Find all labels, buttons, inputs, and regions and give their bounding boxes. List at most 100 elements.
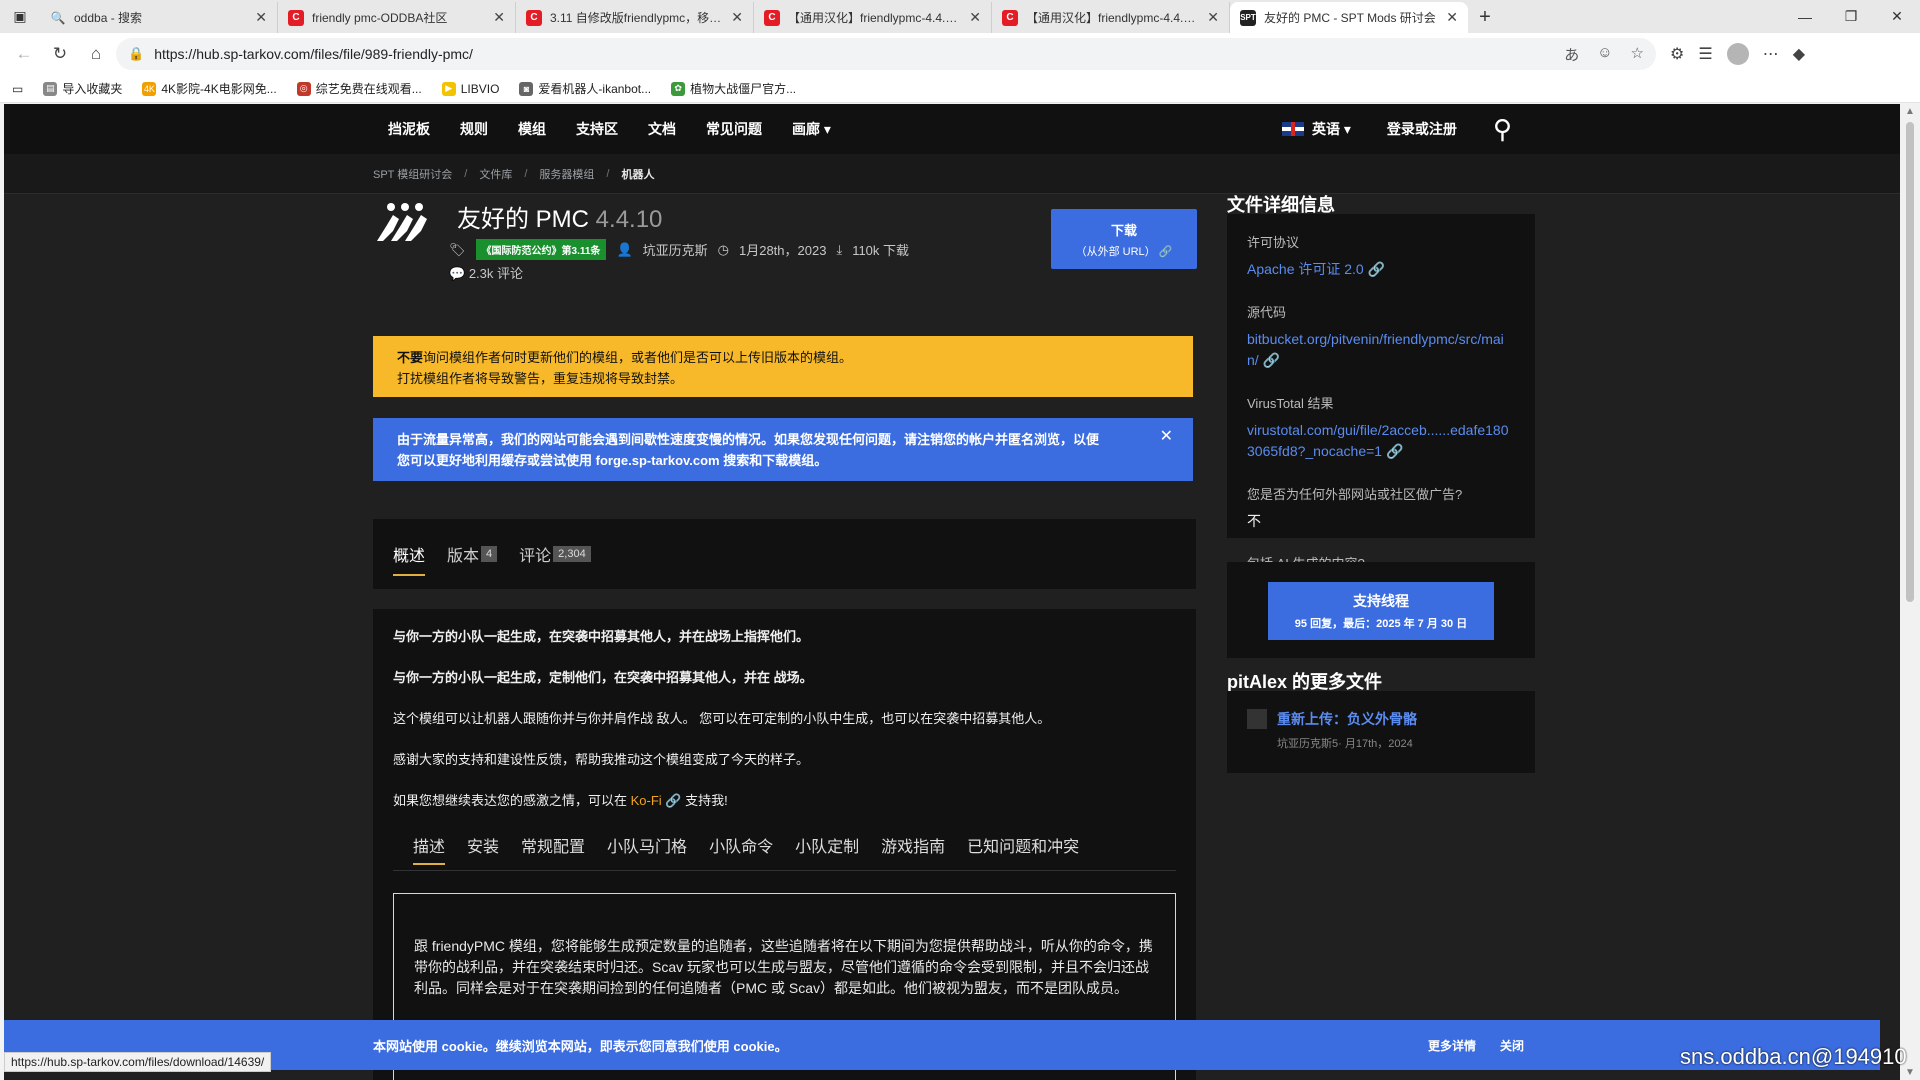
- extensions-icon[interactable]: ⚙: [1670, 44, 1684, 64]
- nav-item-mods[interactable]: 模组: [518, 119, 546, 139]
- close-tab-icon[interactable]: ✕: [493, 9, 505, 26]
- url-text[interactable]: https://hub.sp-tarkov.com/files/file/989…: [154, 46, 1554, 62]
- mod-description: 与你一方的小队一起生成，在突袭中招募其他人，并在战场上指挥他们。 与你一方的小队…: [373, 609, 1196, 1080]
- nav-item-gallery[interactable]: 画廊 ▾: [792, 119, 831, 139]
- count-badge: 4: [481, 546, 498, 562]
- favorites-icon[interactable]: ☰: [1698, 44, 1712, 64]
- breadcrumb-item[interactable]: 服务器模组: [539, 166, 594, 182]
- breadcrumb-current[interactable]: 机器人: [621, 166, 654, 182]
- site-nav: 挡泥板 规则 模组 支持区 文档 常见问题 画廊 ▾ 英语 ▾ 登录或注册 ⚲: [4, 104, 1900, 154]
- more-menu-icon[interactable]: ⋯: [1763, 44, 1779, 64]
- more-file-title[interactable]: 重新上传：负义外骨骼: [1277, 709, 1417, 729]
- window-controls: — ❐ ✕: [1782, 0, 1920, 33]
- close-tab-icon[interactable]: ✕: [731, 9, 743, 26]
- close-window-icon[interactable]: ✕: [1874, 0, 1920, 33]
- scrollbar-thumb[interactable]: [1906, 122, 1914, 602]
- bookmark-item[interactable]: ▶ LIBVIO: [441, 81, 499, 96]
- nav-item-gallery-label: 画廊: [792, 121, 820, 137]
- lock-icon[interactable]: 🔒: [128, 46, 144, 62]
- translate-icon[interactable]: あ: [1564, 44, 1579, 65]
- browser-tab-3[interactable]: C 3.11 自修改版friendlypmc，移除... ✕: [516, 2, 754, 33]
- review-count-row: 💬 2.3k 评论: [449, 263, 523, 282]
- browser-tab-4[interactable]: C 【通用汉化】friendlypmc-4.4.9 汉... ✕: [754, 2, 992, 33]
- kofi-paragraph: 如果您想继续表达您的感激之情，可以在 Ko-Fi 🔗 支持我!: [393, 791, 1176, 810]
- browser-tab-1[interactable]: 🔍 oddba - 搜索 ✕: [40, 2, 278, 33]
- back-icon[interactable]: ←: [8, 38, 40, 70]
- breadcrumb-item[interactable]: SPT 模组研讨会: [373, 166, 452, 182]
- browser-tab-2[interactable]: C friendly pmc-ODDBA社区 ✕: [278, 2, 516, 33]
- virustotal-link[interactable]: virustotal.com/gui/file/2acceb......edaf…: [1247, 420, 1515, 462]
- review-count[interactable]: 2.3k 评论: [469, 266, 523, 281]
- tab-actions-icon[interactable]: ▣: [0, 0, 40, 33]
- caret-down-icon: ▾: [823, 121, 831, 137]
- reader-icon[interactable]: ☺: [1597, 44, 1612, 65]
- close-alert-icon[interactable]: ✕: [1160, 426, 1173, 447]
- search-icon[interactable]: ⚲: [1493, 114, 1512, 145]
- download-button[interactable]: 下载 （从外部 URL） 🔗: [1051, 209, 1197, 269]
- search-icon: 🔍: [50, 10, 66, 25]
- browser-tab-5[interactable]: C 【通用汉化】friendlypmc-4.4.9 汉... ✕: [992, 2, 1230, 33]
- restore-icon[interactable]: ❐: [1828, 0, 1874, 33]
- tab-reviews[interactable]: 评论 2,304: [519, 542, 591, 566]
- nav-item-support[interactable]: 支持区: [576, 119, 618, 139]
- close-tab-icon[interactable]: ✕: [969, 9, 981, 26]
- tab-overview[interactable]: 概述: [393, 542, 426, 576]
- info-alert: 由于流量异常高，我们的网站可能会遇到间歇性速度变慢的情况。如果您发现任何问题，请…: [373, 418, 1193, 481]
- reload-icon[interactable]: ↻: [44, 38, 76, 70]
- url-bar[interactable]: 🔒 https://hub.sp-tarkov.com/files/file/9…: [116, 38, 1656, 70]
- bookmark-item[interactable]: ✿ 植物大战僵尸官方...: [671, 80, 796, 97]
- count-badge: 2,304: [553, 546, 591, 562]
- avatar[interactable]: [1726, 43, 1749, 65]
- close-tab-icon[interactable]: ✕: [255, 9, 267, 26]
- bookmarks-menu-icon[interactable]: ▭: [12, 82, 23, 96]
- nav-item-dashboard[interactable]: 挡泥板: [388, 119, 430, 139]
- minimize-icon[interactable]: —: [1782, 0, 1828, 33]
- subtab-general-config[interactable]: 常规配置: [521, 833, 585, 857]
- language-selector[interactable]: 英语 ▾: [1282, 119, 1351, 139]
- nav-item-docs[interactable]: 文档: [648, 119, 676, 139]
- bookmark-item[interactable]: ◙ 爱看机器人-ikanbot...: [519, 80, 651, 97]
- nav-item-rules[interactable]: 规则: [460, 119, 488, 139]
- close-tab-icon[interactable]: ✕: [1207, 9, 1219, 26]
- more-file-item[interactable]: 重新上传：负义外骨骼 坑亚历克斯5· 月17th，2024: [1247, 709, 1515, 751]
- external-link-icon: 🔗: [1158, 245, 1173, 258]
- bookmark-favicon: 4K: [142, 81, 157, 96]
- subtab-known-issues[interactable]: 已知问题和冲突: [967, 833, 1079, 857]
- login-link[interactable]: 登录或注册: [1387, 119, 1457, 139]
- new-tab-icon[interactable]: +: [1468, 2, 1502, 33]
- bookmark-item[interactable]: 4K 4K影院-4K电影网免...: [142, 80, 277, 97]
- close-tab-icon[interactable]: ✕: [1446, 9, 1458, 26]
- bookmark-favicon: ◙: [519, 81, 534, 96]
- subtab-description[interactable]: 描述: [413, 833, 446, 865]
- browser-tab-6[interactable]: SPT 友好的 PMC - SPT Mods 研讨会 ✕: [1230, 2, 1468, 33]
- kofi-link[interactable]: Ko-Fi 🔗: [631, 793, 682, 808]
- page-scrollbar[interactable]: ▲ ▼: [1900, 104, 1920, 1080]
- subtab-game-guide[interactable]: 游戏指南: [881, 833, 945, 857]
- source-link[interactable]: bitbucket.org/pitvenin/friendlypmc/src/m…: [1247, 329, 1515, 371]
- support-thread-button[interactable]: 支持线程 95 回复，最后：2025 年 7 月 30 日: [1268, 582, 1494, 640]
- license-link[interactable]: Apache 许可证 2.0 🔗: [1247, 259, 1515, 280]
- scroll-up-icon[interactable]: ▲: [1905, 106, 1915, 117]
- file-thumbnail: [1247, 709, 1267, 729]
- tab-versions[interactable]: 版本 4: [447, 542, 498, 566]
- copilot-icon[interactable]: ◆: [1793, 44, 1805, 64]
- tab-title: oddba - 搜索: [74, 11, 143, 25]
- favorite-star-icon[interactable]: ☆: [1631, 44, 1644, 65]
- subtab-squad-thresholds[interactable]: 小队马门格: [607, 833, 687, 857]
- author-link[interactable]: 坑亚历克斯: [643, 240, 708, 259]
- language-label: 英语: [1312, 121, 1340, 137]
- home-icon[interactable]: ⌂: [80, 38, 112, 70]
- nav-item-faq[interactable]: 常见问题: [706, 119, 762, 139]
- subtab-install[interactable]: 安装: [467, 833, 499, 857]
- tab-versions-label: 版本: [447, 548, 480, 565]
- subtab-squad-custom[interactable]: 小队定制: [795, 833, 859, 857]
- breadcrumb-item[interactable]: 文件库: [479, 166, 512, 182]
- bookmark-item[interactable]: ▤ 导入收藏夹: [43, 80, 122, 97]
- subtab-squad-commands[interactable]: 小队命令: [709, 833, 773, 857]
- bookmark-item[interactable]: ◎ 综艺免费在线观看...: [296, 80, 422, 97]
- cookie-more-button[interactable]: 更多详情: [1428, 1037, 1476, 1054]
- warning-line: 打扰模组作者将导致警告，重复违规将导致封禁。: [397, 371, 684, 386]
- tag-badge[interactable]: 《国际防范公约》第3.11条: [475, 239, 607, 260]
- intro-paragraph: 感谢大家的支持和建设性反馈，帮助我推动这个模组变成了今天的样子。: [393, 752, 810, 767]
- cookie-close-button[interactable]: 关闭: [1500, 1037, 1524, 1054]
